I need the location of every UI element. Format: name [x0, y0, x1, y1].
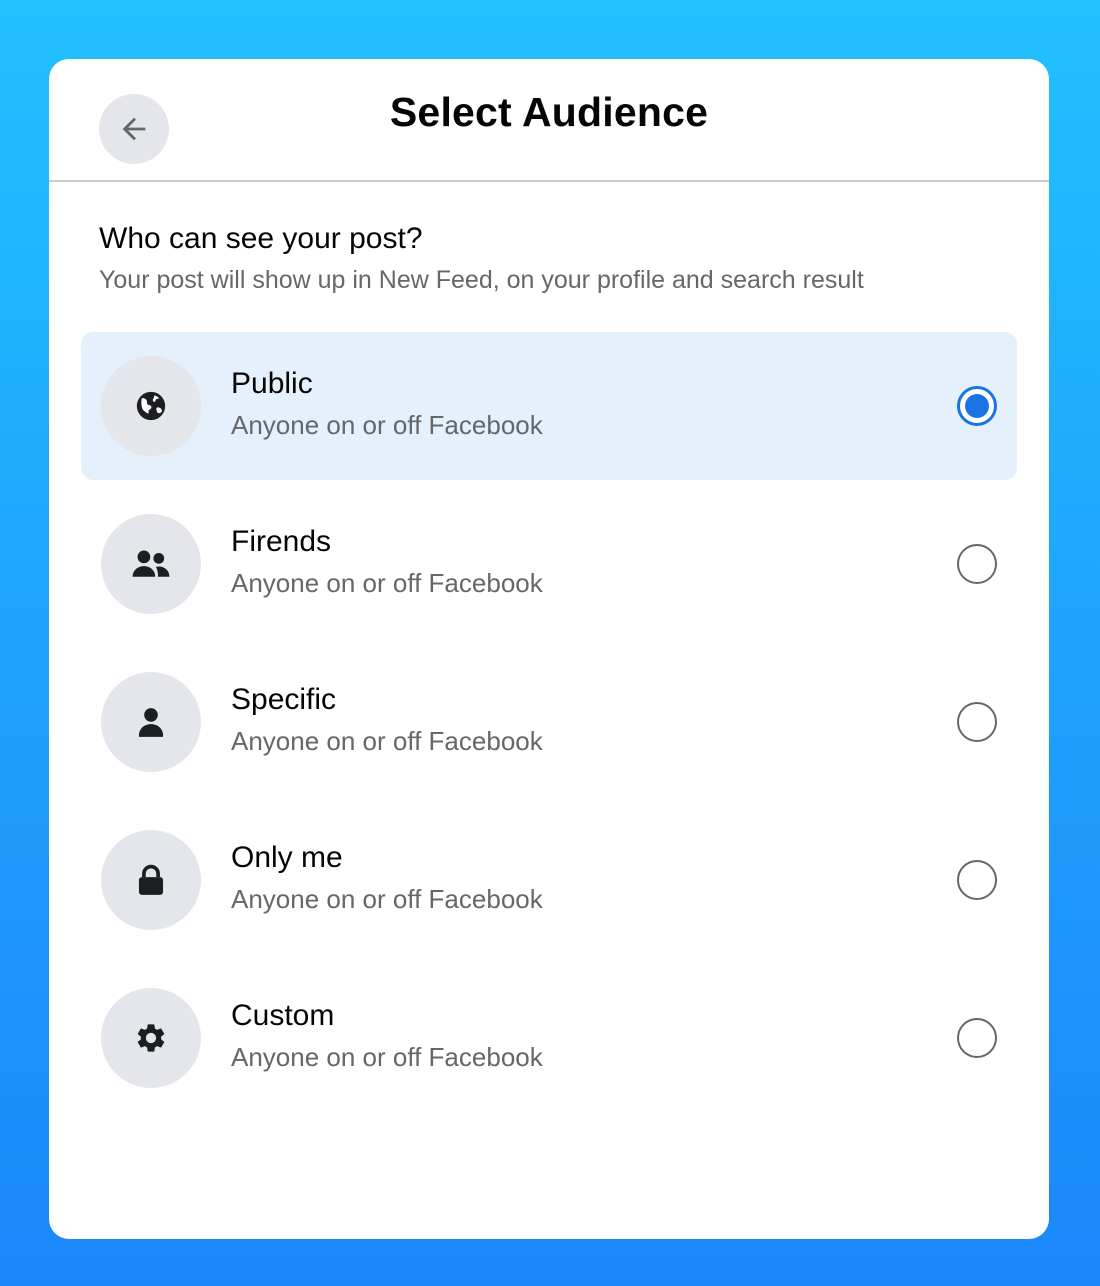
- option-public[interactable]: Public Anyone on or off Facebook: [81, 332, 1017, 480]
- audience-intro: Who can see your post? Your post will sh…: [99, 219, 1009, 300]
- gear-icon: [137, 1024, 165, 1052]
- option-label: Custom: [231, 999, 335, 1032]
- radio-friends[interactable]: [957, 544, 997, 584]
- option-text: Specific Anyone on or off Facebook: [231, 680, 543, 761]
- option-description: Anyone on or off Facebook: [231, 884, 543, 914]
- option-icon-circle: [101, 672, 201, 772]
- option-specific[interactable]: Specific Anyone on or off Facebook: [81, 648, 1017, 796]
- option-label: Public: [231, 367, 313, 400]
- radio-public[interactable]: [957, 386, 997, 426]
- option-text: Only me Anyone on or off Facebook: [231, 838, 543, 919]
- option-label: Specific: [231, 683, 337, 716]
- option-description: Anyone on or off Facebook: [231, 1042, 543, 1072]
- intro-subtext: Your post will show up in New Feed, on y…: [99, 266, 864, 294]
- option-icon-circle: [101, 356, 201, 456]
- dialog-header: Select Audience: [49, 59, 1049, 182]
- option-text: Firends Anyone on or off Facebook: [231, 522, 543, 603]
- option-text: Public Anyone on or off Facebook: [231, 364, 543, 445]
- dialog-title: Select Audience: [389, 89, 709, 135]
- intro-heading: Who can see your post?: [99, 222, 423, 255]
- friends-icon: [132, 550, 170, 577]
- radio-only-me[interactable]: [957, 860, 997, 900]
- option-description: Anyone on or off Facebook: [231, 726, 543, 756]
- lock-icon: [138, 864, 164, 895]
- option-icon-circle: [101, 514, 201, 614]
- option-custom[interactable]: Custom Anyone on or off Facebook: [81, 964, 1017, 1112]
- option-text: Custom Anyone on or off Facebook: [231, 996, 543, 1077]
- select-audience-dialog: Select Audience Who can see your post? Y…: [49, 59, 1049, 1239]
- option-description: Anyone on or off Facebook: [231, 568, 543, 598]
- option-description: Anyone on or off Facebook: [231, 410, 543, 440]
- audience-options-list: Public Anyone on or off Facebook Firends…: [81, 332, 1017, 1122]
- globe-icon: [136, 391, 166, 421]
- option-only-me[interactable]: Only me Anyone on or off Facebook: [81, 806, 1017, 954]
- option-icon-circle: [101, 830, 201, 930]
- radio-specific[interactable]: [957, 702, 997, 742]
- person-icon: [138, 708, 164, 737]
- option-label: Only me: [231, 841, 343, 874]
- option-icon-circle: [101, 988, 201, 1088]
- option-label: Firends: [231, 525, 332, 558]
- option-friends[interactable]: Firends Anyone on or off Facebook: [81, 490, 1017, 638]
- radio-custom[interactable]: [957, 1018, 997, 1058]
